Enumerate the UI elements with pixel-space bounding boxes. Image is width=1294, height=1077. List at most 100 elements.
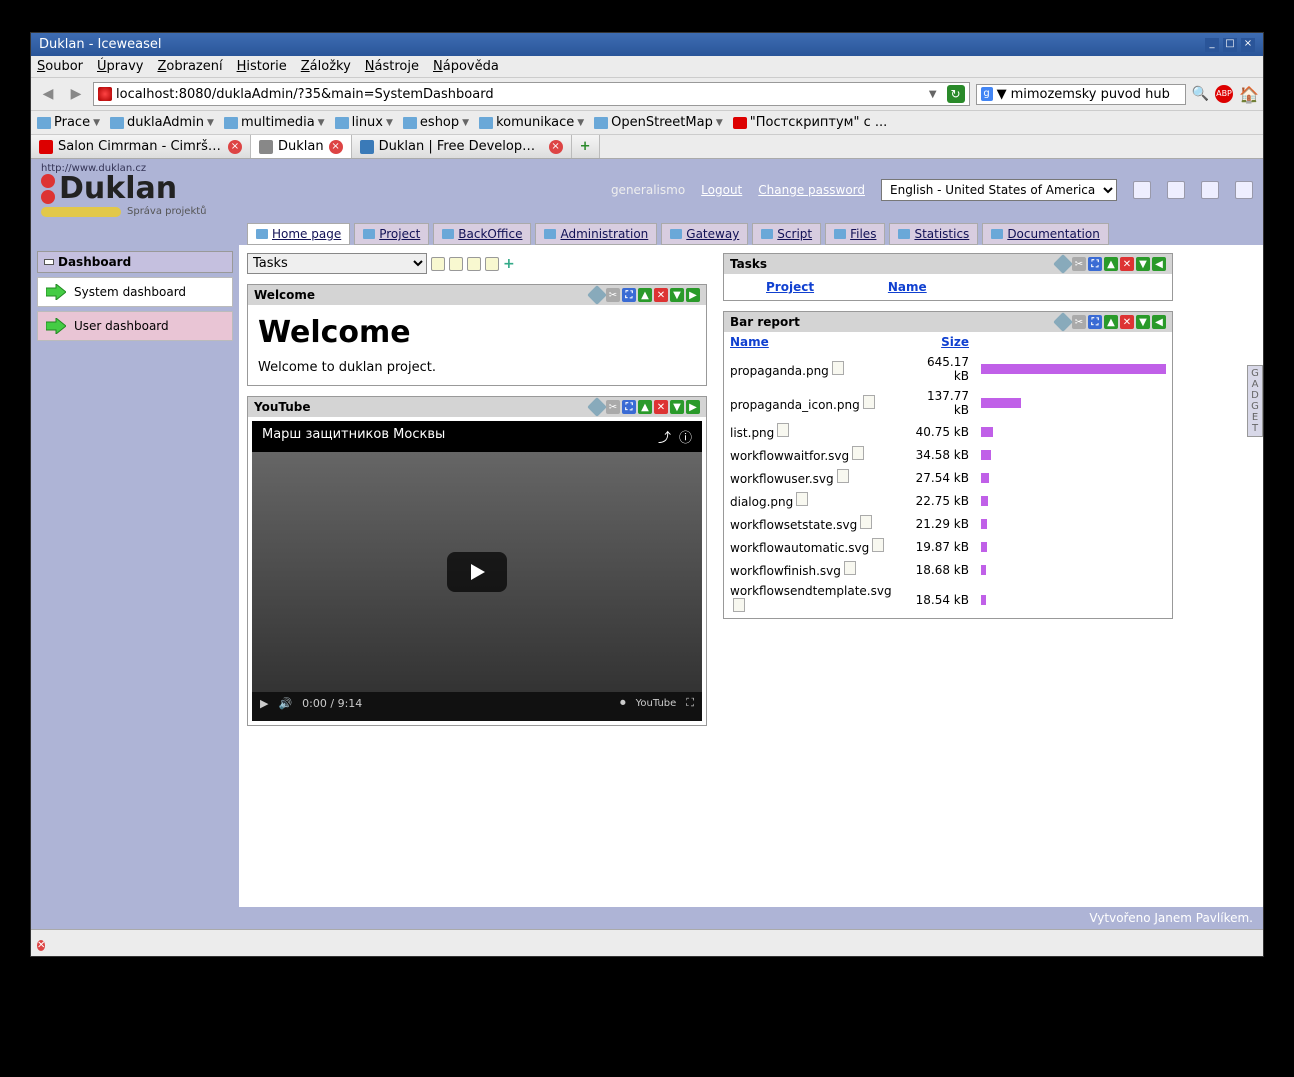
- doc-icon[interactable]: [860, 515, 872, 529]
- menu-nápověda[interactable]: Nápověda: [433, 59, 499, 74]
- play-icon[interactable]: ▶: [260, 697, 268, 710]
- menu-záložky[interactable]: Záložky: [301, 59, 351, 74]
- new-tab-button[interactable]: +: [572, 135, 600, 158]
- nav-statistics[interactable]: Statistics: [889, 223, 978, 245]
- maximize-button[interactable]: □: [1223, 38, 1237, 52]
- doc-icon[interactable]: [844, 561, 856, 575]
- right-icon[interactable]: ▶: [686, 288, 700, 302]
- doc-icon[interactable]: [796, 492, 808, 506]
- doc-icon[interactable]: [872, 538, 884, 552]
- down-icon[interactable]: ▼: [670, 288, 684, 302]
- move-icon[interactable]: [1053, 312, 1073, 332]
- doc-icon[interactable]: [852, 446, 864, 460]
- close-button[interactable]: ×: [1241, 38, 1255, 52]
- nav-gateway[interactable]: Gateway: [661, 223, 748, 245]
- left-icon[interactable]: ◀: [1152, 257, 1166, 271]
- down-icon[interactable]: ▼: [1136, 257, 1150, 271]
- back-button[interactable]: ◀: [37, 83, 59, 105]
- cc-icon[interactable]: ⏺: [620, 696, 626, 710]
- nav-administration[interactable]: Administration: [535, 223, 657, 245]
- col-name[interactable]: Name: [888, 280, 927, 294]
- gadget-tab[interactable]: GADGET: [1247, 365, 1263, 437]
- bookmark-item[interactable]: OpenStreetMap▼: [594, 115, 723, 130]
- search-bar[interactable]: g ▼: [976, 84, 1186, 105]
- bookmark-item[interactable]: linux▼: [335, 115, 393, 130]
- menu-soubor[interactable]: Soubor: [37, 59, 83, 74]
- tool-icon-4[interactable]: [1235, 181, 1253, 199]
- doc-icon[interactable]: [832, 361, 844, 375]
- forward-button[interactable]: ▶: [65, 83, 87, 105]
- bookmark-item[interactable]: duklaAdmin▼: [110, 115, 214, 130]
- minimize-button[interactable]: _: [1205, 38, 1219, 52]
- reload-button[interactable]: ↻: [947, 85, 965, 103]
- maximize-icon[interactable]: ⛶: [622, 400, 636, 414]
- new-icon[interactable]: [431, 257, 445, 271]
- error-icon[interactable]: ✕: [37, 940, 45, 951]
- bookmark-item[interactable]: multimedia▼: [224, 115, 325, 130]
- left-icon[interactable]: ◀: [1152, 315, 1166, 329]
- maximize-icon[interactable]: ⛶: [1088, 257, 1102, 271]
- nav-home-page[interactable]: Home page: [247, 223, 350, 245]
- config-icon[interactable]: ✂: [606, 400, 620, 414]
- remove-icon[interactable]: ✕: [654, 288, 668, 302]
- binoculars-icon[interactable]: 🔍: [1192, 86, 1209, 102]
- sidebar-item-user-dashboard[interactable]: User dashboard: [37, 311, 233, 341]
- config-icon[interactable]: ✂: [606, 288, 620, 302]
- bookmark-item[interactable]: eshop▼: [403, 115, 469, 130]
- col-name[interactable]: Name: [724, 332, 908, 352]
- youtube-logo[interactable]: YouTube: [636, 698, 677, 709]
- nav-documentation[interactable]: Documentation: [982, 223, 1109, 245]
- nav-backoffice[interactable]: BackOffice: [433, 223, 531, 245]
- add-icon[interactable]: +: [503, 256, 515, 272]
- up-icon[interactable]: ▲: [1104, 257, 1118, 271]
- tab-close-icon[interactable]: ×: [549, 140, 563, 154]
- nav-project[interactable]: Project: [354, 223, 429, 245]
- up-icon[interactable]: ▲: [638, 288, 652, 302]
- remove-icon[interactable]: ✕: [1120, 315, 1134, 329]
- search-input[interactable]: [1011, 87, 1181, 102]
- widget-select[interactable]: Tasks: [247, 253, 427, 274]
- doc-icon[interactable]: [777, 423, 789, 437]
- doc-icon[interactable]: [449, 257, 463, 271]
- trash-icon[interactable]: [485, 257, 499, 271]
- col-size[interactable]: Size: [908, 332, 975, 352]
- move-icon[interactable]: [587, 397, 607, 417]
- info-icon[interactable]: ⓘ: [679, 427, 692, 446]
- abp-icon[interactable]: ABP: [1215, 85, 1233, 103]
- remove-icon[interactable]: ✕: [1120, 257, 1134, 271]
- move-icon[interactable]: [587, 285, 607, 305]
- tool-icon-3[interactable]: [1201, 181, 1219, 199]
- bookmark-item[interactable]: Prace▼: [37, 115, 100, 130]
- menu-úpravy[interactable]: Úpravy: [97, 59, 143, 74]
- doc-icon[interactable]: [733, 598, 745, 612]
- menu-nástroje[interactable]: Nástroje: [365, 59, 419, 74]
- change-password-link[interactable]: Change password: [758, 183, 865, 197]
- remove-icon[interactable]: ✕: [654, 400, 668, 414]
- nav-files[interactable]: Files: [825, 223, 885, 245]
- nav-script[interactable]: Script: [752, 223, 821, 245]
- share-icon[interactable]: ⤴: [658, 427, 671, 446]
- tool-icon-2[interactable]: [1167, 181, 1185, 199]
- browser-tab[interactable]: Duklan×: [251, 135, 352, 158]
- logout-link[interactable]: Logout: [701, 183, 742, 197]
- play-button[interactable]: [447, 552, 507, 592]
- config-icon[interactable]: ✂: [1072, 315, 1086, 329]
- video-player[interactable]: Марш защитников Москвы ⤴ ⓘ: [252, 421, 702, 721]
- move-icon[interactable]: [1053, 254, 1073, 274]
- maximize-icon[interactable]: ⛶: [622, 288, 636, 302]
- up-icon[interactable]: ▲: [638, 400, 652, 414]
- maximize-icon[interactable]: ⛶: [1088, 315, 1102, 329]
- search-engine-dropdown[interactable]: ▼: [997, 87, 1007, 102]
- fullscreen-icon[interactable]: ⛶: [686, 696, 694, 710]
- url-input[interactable]: [116, 87, 923, 102]
- tab-close-icon[interactable]: ×: [329, 140, 343, 154]
- menu-historie[interactable]: Historie: [237, 59, 287, 74]
- config-icon[interactable]: ✂: [1072, 257, 1086, 271]
- language-select[interactable]: English - United States of America: [881, 179, 1117, 201]
- up-icon[interactable]: ▲: [1104, 315, 1118, 329]
- down-icon[interactable]: ▼: [670, 400, 684, 414]
- menu-zobrazení[interactable]: Zobrazení: [157, 59, 222, 74]
- volume-icon[interactable]: 🔊: [278, 697, 292, 710]
- sidebar-heading[interactable]: Dashboard: [37, 251, 233, 273]
- doc-icon[interactable]: [863, 395, 875, 409]
